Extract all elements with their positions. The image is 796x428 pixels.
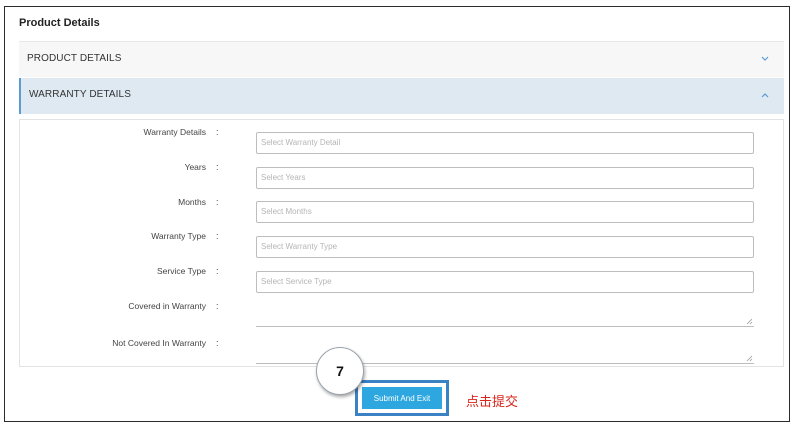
chevron-down-icon xyxy=(761,56,769,61)
warranty-type-label: Warranty Type xyxy=(151,231,206,241)
warranty-type-placeholder: Select Warranty Type xyxy=(261,242,338,251)
years-select[interactable]: Select Years xyxy=(256,167,754,189)
submit-highlight-box: Submit And Exit xyxy=(355,380,449,416)
years-placeholder: Select Years xyxy=(261,173,306,182)
not-covered-in-warranty-label: Not Covered In Warranty xyxy=(112,338,206,348)
colon: : xyxy=(216,162,219,172)
months-placeholder: Select Months xyxy=(261,207,312,216)
colon: : xyxy=(216,127,219,137)
accordion-warranty-details[interactable]: WARRANTY DETAILS xyxy=(19,78,784,114)
colon: : xyxy=(216,338,219,348)
warranty-details-label: Warranty Details xyxy=(143,127,206,137)
screenshot-frame: Product Details PRODUCT DETAILS WARRANTY… xyxy=(4,6,790,422)
chevron-up-icon xyxy=(761,93,769,98)
covered-in-warranty-textarea[interactable] xyxy=(256,305,754,327)
warranty-details-placeholder: Select Warranty Detail xyxy=(261,138,341,147)
service-type-placeholder: Select Service Type xyxy=(261,277,332,286)
months-select[interactable]: Select Months xyxy=(256,201,754,223)
months-label: Months xyxy=(178,197,206,207)
accordion-product-details[interactable]: PRODUCT DETAILS xyxy=(19,41,784,77)
colon: : xyxy=(216,231,219,241)
warranty-details-select[interactable]: Select Warranty Detail xyxy=(256,132,754,154)
accordion-product-label: PRODUCT DETAILS xyxy=(27,53,122,64)
annotation-note: 点击提交 xyxy=(466,394,519,409)
service-type-label: Service Type xyxy=(157,266,206,276)
colon: : xyxy=(216,197,219,207)
resize-handle-icon[interactable] xyxy=(746,355,753,362)
accordion-warranty-label: WARRANTY DETAILS xyxy=(29,89,131,100)
step-number-badge: 7 xyxy=(316,347,364,395)
submit-and-exit-button[interactable]: Submit And Exit xyxy=(362,387,442,409)
covered-in-warranty-label: Covered in Warranty xyxy=(128,301,206,311)
resize-handle-icon[interactable] xyxy=(746,318,753,325)
colon: : xyxy=(216,266,219,276)
colon: : xyxy=(216,301,219,311)
warranty-type-select[interactable]: Select Warranty Type xyxy=(256,236,754,258)
page-title: Product Details xyxy=(19,17,100,29)
years-label: Years xyxy=(184,162,206,172)
warranty-details-panel: Warranty Details : Select Warranty Detai… xyxy=(19,119,784,367)
service-type-select[interactable]: Select Service Type xyxy=(256,271,754,293)
